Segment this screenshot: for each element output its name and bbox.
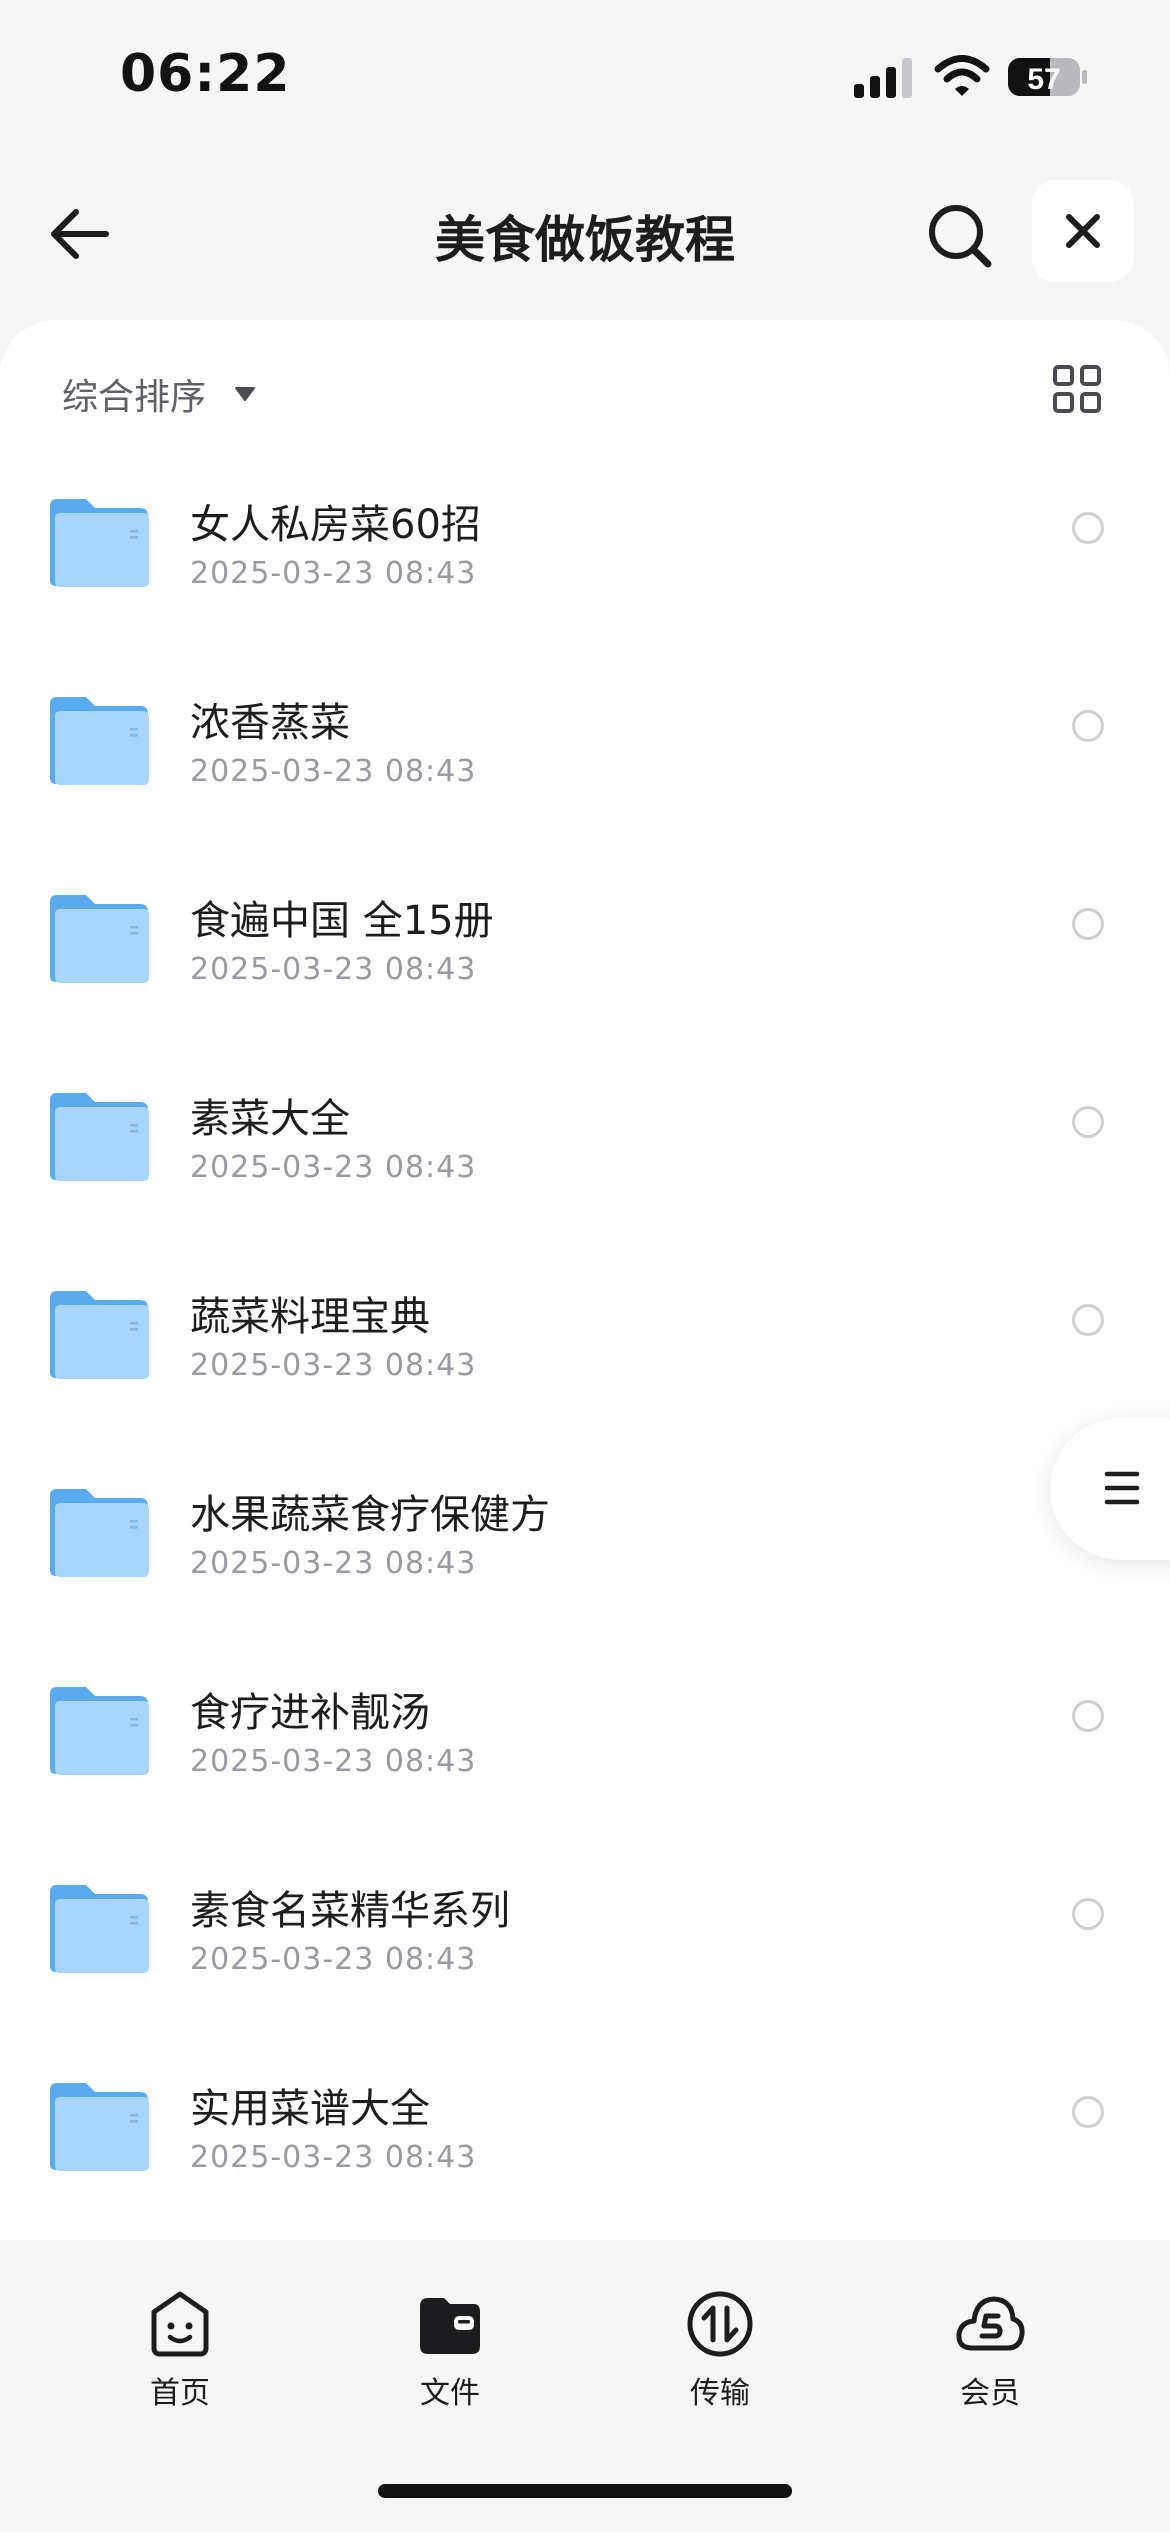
- battery-indicator: 57: [1008, 56, 1088, 98]
- file-date: 2025-03-23 08:43: [190, 1546, 477, 1581]
- file-sheet: 综合排序 女人私房菜60招 2025-03-23 08:43 浓香蒸菜 2025-03…: [0, 320, 1170, 2240]
- bottom-tab-bar: 首页 文件 传输 会员: [0, 2250, 1170, 2450]
- tab-label: 会员: [960, 2376, 1020, 2411]
- page-title: 美食做饭教程: [435, 211, 735, 269]
- close-button[interactable]: [1032, 180, 1134, 282]
- arrow-left-icon[interactable]: [44, 198, 116, 270]
- select-checkbox[interactable]: [1072, 1304, 1104, 1336]
- folder-icon: [50, 2083, 149, 2171]
- wifi-icon: [934, 55, 990, 96]
- tab-label: 传输: [690, 2376, 750, 2411]
- select-checkbox[interactable]: [1072, 1700, 1104, 1732]
- battery-level: 57: [1027, 63, 1060, 96]
- folder-icon: [50, 499, 149, 587]
- select-checkbox[interactable]: [1072, 1898, 1104, 1930]
- file-date: 2025-03-23 08:43: [190, 1942, 477, 1977]
- search-icon[interactable]: [922, 198, 998, 274]
- file-date: 2025-03-23 08:43: [190, 2140, 477, 2175]
- file-date: 2025-03-23 08:43: [190, 754, 477, 789]
- select-checkbox[interactable]: [1072, 710, 1104, 742]
- file-date: 2025-03-23 08:43: [190, 1348, 477, 1383]
- file-row[interactable]: 女人私房菜60招 2025-03-23 08:43: [0, 470, 1170, 668]
- battery-icon: 57: [1008, 58, 1087, 96]
- file-row[interactable]: 蔬菜料理宝典 2025-03-23 08:43: [0, 1262, 1170, 1460]
- folder-icon: [50, 1489, 149, 1577]
- file-name: 素食名菜精华系列: [190, 1888, 510, 1934]
- cellular-signal-icon: [854, 58, 912, 98]
- file-list: 女人私房菜60招 2025-03-23 08:43 浓香蒸菜 2025-03-23 0…: [0, 470, 1170, 2252]
- status-bar: 06:22 57: [0, 0, 1170, 150]
- file-name: 浓香蒸菜: [190, 700, 350, 746]
- folder-icon: [50, 895, 149, 983]
- file-name: 蔬菜料理宝典: [190, 1294, 430, 1340]
- status-time: 06:22: [120, 44, 291, 104]
- transfer-icon: [687, 2291, 753, 2357]
- sort-dropdown[interactable]: 综合排序: [62, 368, 256, 420]
- file-row[interactable]: 水果蔬菜食疗保健方 2025-03-23 08:43: [0, 1460, 1170, 1658]
- tab-label: 首页: [150, 2376, 210, 2411]
- file-row[interactable]: 素菜大全 2025-03-23 08:43: [0, 1064, 1170, 1262]
- folder-icon: [50, 1885, 149, 1973]
- files-icon: [420, 2298, 480, 2354]
- file-date: 2025-03-23 08:43: [190, 556, 477, 591]
- file-name: 水果蔬菜食疗保健方: [190, 1492, 550, 1538]
- tab-vip[interactable]: 会员: [920, 2288, 1060, 2412]
- menu-lines-icon: [1104, 1471, 1140, 1505]
- folder-icon: [50, 697, 149, 785]
- vip-cloud-icon: [956, 2296, 1025, 2351]
- file-row[interactable]: 浓香蒸菜 2025-03-23 08:43: [0, 668, 1170, 866]
- folder-icon: [50, 1291, 149, 1379]
- caret-down-icon: [235, 387, 256, 401]
- file-date: 2025-03-23 08:43: [190, 952, 477, 987]
- file-row[interactable]: 食遍中国 全15册 2025-03-23 08:43: [0, 866, 1170, 1064]
- tab-home[interactable]: 首页: [110, 2288, 250, 2412]
- tab-label: 文件: [420, 2376, 480, 2411]
- folder-icon: [50, 1093, 149, 1181]
- file-name: 实用菜谱大全: [190, 2086, 430, 2132]
- file-date: 2025-03-23 08:43: [190, 1744, 477, 1779]
- tab-files[interactable]: 文件: [380, 2288, 520, 2412]
- file-name: 素菜大全: [190, 1096, 350, 1142]
- file-name: 食疗进补靓汤: [190, 1690, 430, 1736]
- select-checkbox[interactable]: [1072, 1106, 1104, 1138]
- home-indicator: [378, 2484, 792, 2498]
- select-checkbox[interactable]: [1072, 512, 1104, 544]
- select-checkbox[interactable]: [1072, 2096, 1104, 2128]
- file-row[interactable]: 实用菜谱大全 2025-03-23 08:43: [0, 2054, 1170, 2252]
- select-checkbox[interactable]: [1072, 908, 1104, 940]
- home-face-icon: [151, 2291, 209, 2357]
- file-row[interactable]: 素食名菜精华系列 2025-03-23 08:43: [0, 1856, 1170, 2054]
- close-icon: [1066, 214, 1100, 248]
- file-name: 食遍中国 全15册: [190, 898, 494, 944]
- nav-header: 美食做饭教程: [0, 170, 1170, 300]
- folder-icon: [50, 1687, 149, 1775]
- file-date: 2025-03-23 08:43: [190, 1150, 477, 1185]
- sort-label: 综合排序: [62, 377, 207, 418]
- file-row[interactable]: 食疗进补靓汤 2025-03-23 08:43: [0, 1658, 1170, 1856]
- grid-view-icon[interactable]: [1052, 364, 1102, 414]
- tab-transfer[interactable]: 传输: [650, 2288, 790, 2412]
- file-name: 女人私房菜60招: [190, 502, 481, 548]
